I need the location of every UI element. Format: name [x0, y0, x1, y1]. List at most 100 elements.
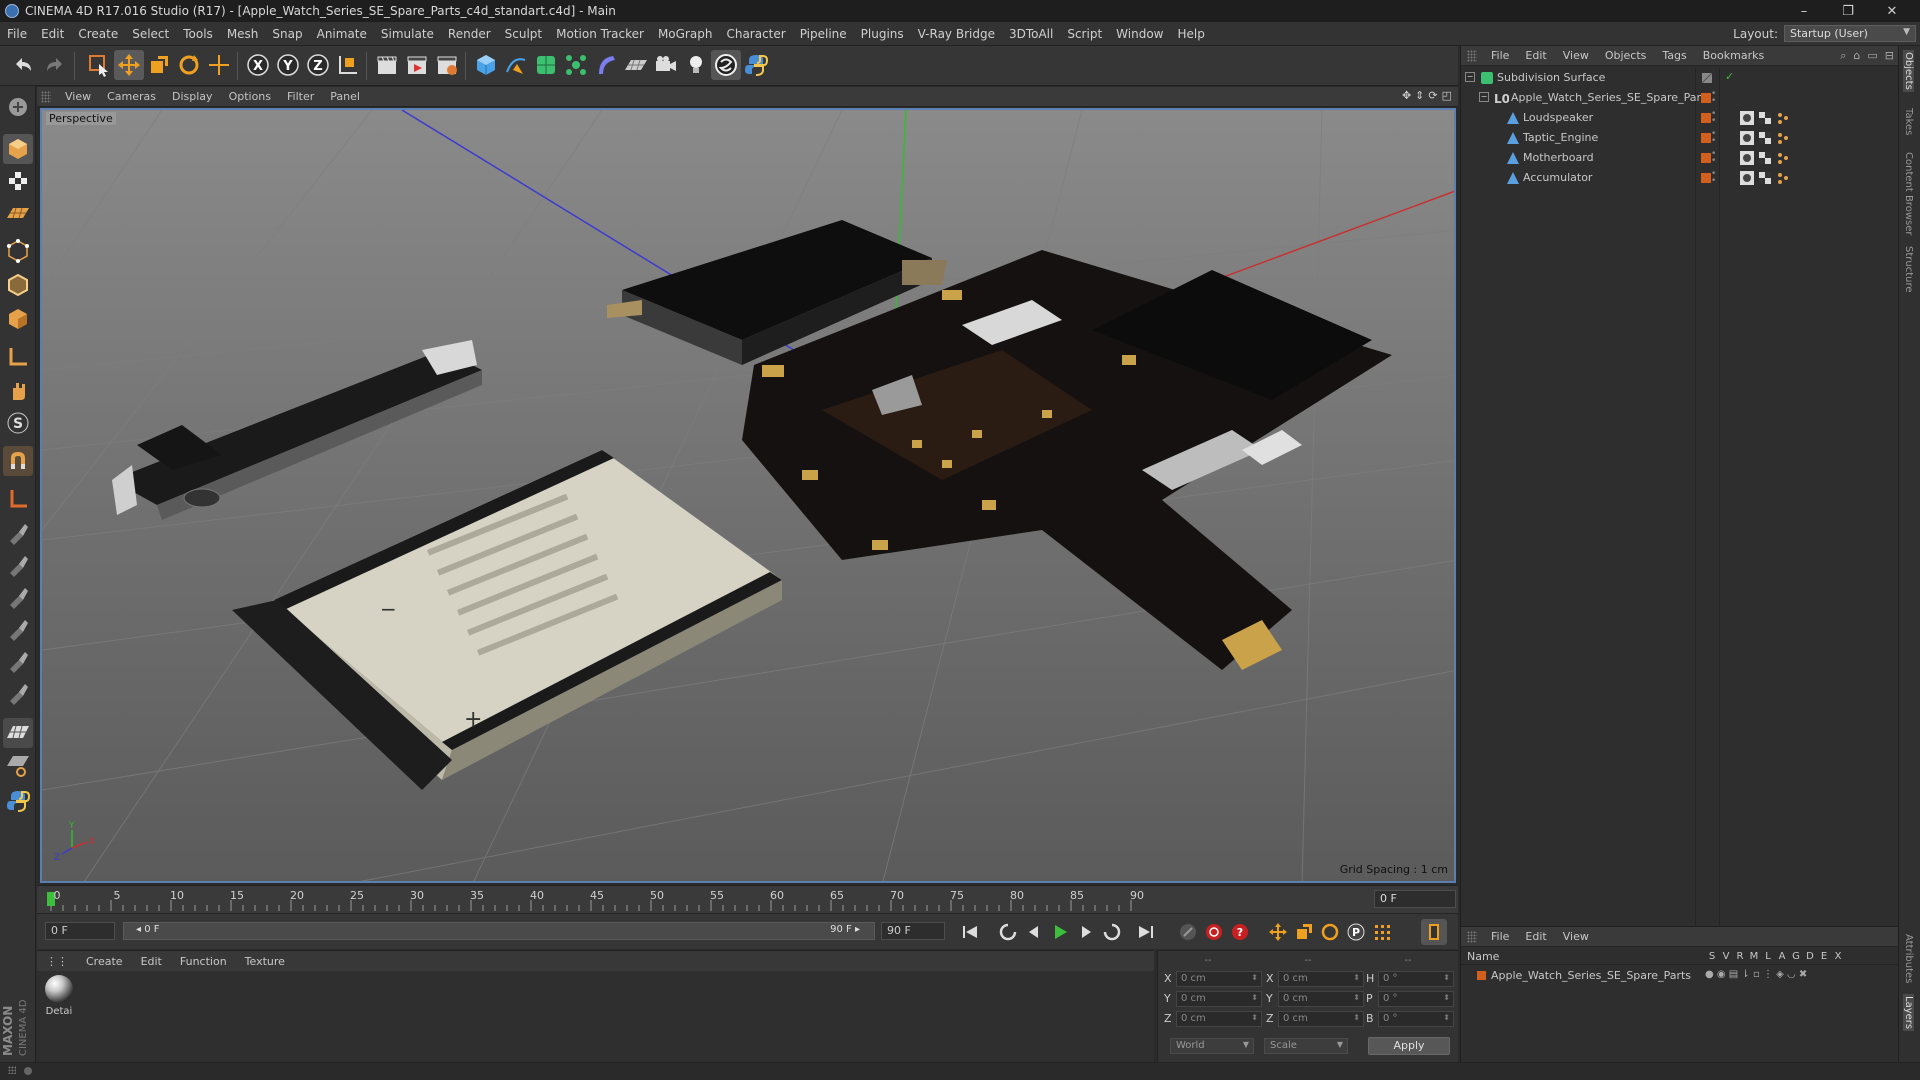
om-menu-tags[interactable]: Tags	[1654, 49, 1694, 62]
menu-sculpt[interactable]: Sculpt	[498, 27, 549, 41]
menu-render[interactable]: Render	[441, 27, 498, 41]
menu-script[interactable]: Script	[1060, 27, 1109, 41]
om-menu-file[interactable]: File	[1483, 49, 1517, 62]
texture-tag-icon[interactable]	[1757, 150, 1773, 166]
tree-row-motherboard[interactable]: Motherboard • •	[1461, 148, 1898, 168]
uvw-tag-icon[interactable]	[1775, 130, 1791, 146]
viewport-menu-cameras[interactable]: Cameras	[99, 90, 164, 103]
menu-plugins[interactable]: Plugins	[854, 27, 911, 41]
menu-tools[interactable]: Tools	[176, 27, 220, 41]
object-name[interactable]: Apple_Watch_Series_SE_Spare_Parts	[1511, 91, 1711, 104]
key-rotation-button[interactable]	[1317, 919, 1343, 945]
viewport-menu-view[interactable]: View	[57, 90, 99, 103]
key-scale-button[interactable]	[1291, 919, 1317, 945]
layer-color-swatch[interactable]	[1701, 133, 1711, 143]
layer-col-xref[interactable]: X	[1831, 951, 1845, 962]
stepper-icon[interactable]: ⬍	[1353, 973, 1360, 982]
lm-menu-edit[interactable]: Edit	[1517, 930, 1554, 943]
visibility-dots-icon[interactable]: • •	[1711, 130, 1716, 146]
position-z-field[interactable]: 0 cm ⬍	[1176, 1011, 1262, 1027]
tweak-mode-button[interactable]	[3, 376, 33, 406]
camera-button[interactable]	[651, 50, 681, 80]
menu-snap[interactable]: Snap	[265, 27, 309, 41]
z-axis-lock-button[interactable]: Z	[303, 50, 333, 80]
frame-range-slider[interactable]: ◂ 0 F 90 F ▸	[123, 922, 875, 940]
tree-row-loudspeaker[interactable]: Loudspeaker • •	[1461, 108, 1898, 128]
texture-tag-icon[interactable]	[1757, 130, 1773, 146]
layout-select[interactable]: Startup (User) ▼	[1784, 25, 1916, 42]
timeline-ruler[interactable]: 0 5 10 15 20 25 30 35 40 45 50 55 60 65 70 75 80 85 90 0 F	[37, 885, 1458, 913]
om-menu-bookmarks[interactable]: Bookmarks	[1695, 49, 1772, 62]
size-y-field[interactable]: 0 cm ⬍	[1278, 991, 1364, 1007]
deformer-button[interactable]	[591, 50, 621, 80]
end-frame-field[interactable]: 90 F	[881, 922, 945, 940]
render-to-picture-viewer-button[interactable]	[402, 50, 432, 80]
phong-tag-icon[interactable]	[1739, 110, 1755, 126]
key-position-button[interactable]	[1265, 919, 1291, 945]
viewport-menu-filter[interactable]: Filter	[279, 90, 322, 103]
render-view-button[interactable]	[372, 50, 402, 80]
object-name[interactable]: Loudspeaker	[1523, 111, 1593, 124]
object-name[interactable]: Accumulator	[1523, 171, 1592, 184]
workplane-lock-button[interactable]	[3, 750, 33, 780]
quantize-button[interactable]	[3, 484, 33, 514]
layer-color-swatch[interactable]	[1477, 971, 1486, 980]
key-pla-button[interactable]	[1369, 919, 1395, 945]
loudspeaker-model[interactable]	[112, 340, 482, 520]
layer-row[interactable]: Apple_Watch_Series_SE_Spare_Parts ● ◉ ▤ …	[1461, 967, 1898, 985]
multi-transform-button[interactable]	[204, 50, 234, 80]
floor-button[interactable]	[621, 50, 651, 80]
menu-create[interactable]: Create	[71, 27, 125, 41]
coordinate-space-select[interactable]: World ▼	[1170, 1038, 1254, 1054]
material-menu-create[interactable]: Create	[77, 955, 132, 968]
stepper-icon[interactable]: ⬍	[1443, 993, 1450, 1002]
tab-attributes[interactable]: Attributes	[1903, 934, 1914, 983]
viewport-menu-display[interactable]: Display	[164, 90, 221, 103]
stepper-icon[interactable]: ⬍	[1251, 973, 1258, 982]
om-menu-edit[interactable]: Edit	[1517, 49, 1554, 62]
go-to-end-button[interactable]	[1133, 919, 1159, 945]
stepper-icon[interactable]: ⬍	[1353, 1013, 1360, 1022]
layer-col-solo[interactable]: S	[1705, 951, 1719, 962]
object-name[interactable]: Taptic_Engine	[1523, 131, 1598, 144]
texture-mode-button[interactable]	[3, 166, 33, 196]
tab-objects[interactable]: Objects	[1903, 50, 1914, 92]
stepper-icon[interactable]: ⬍	[1251, 993, 1258, 1002]
visibility-dots-icon[interactable]: • •	[1711, 110, 1716, 126]
coordinate-system-button[interactable]	[333, 50, 363, 80]
menu-window[interactable]: Window	[1109, 27, 1170, 41]
pen-spline-button[interactable]	[501, 50, 531, 80]
layer-color-swatch[interactable]	[1701, 153, 1711, 163]
layer-col-animation[interactable]: A	[1775, 951, 1789, 962]
model-mode-button[interactable]	[3, 134, 33, 164]
snap-button[interactable]: S	[3, 408, 33, 438]
render-settings-button[interactable]	[432, 50, 462, 80]
menu-motion-tracker[interactable]: Motion Tracker	[549, 27, 651, 41]
edges-mode-button[interactable]	[3, 270, 33, 300]
stepper-icon[interactable]: ⬍	[1251, 1013, 1258, 1022]
texture-tag-icon[interactable]	[1757, 110, 1773, 126]
live-selection-button[interactable]	[84, 50, 114, 80]
make-editable-button[interactable]	[3, 92, 33, 122]
keyframe-selection-button[interactable]: ?	[1227, 919, 1253, 945]
cloner-button[interactable]	[561, 50, 591, 80]
previous-frame-button[interactable]	[1021, 919, 1047, 945]
panel-grip-icon[interactable]	[1467, 49, 1477, 62]
lock-panel-icon[interactable]: ⊟	[1885, 49, 1894, 63]
record-active-button[interactable]	[1175, 919, 1201, 945]
axis-mode-button[interactable]	[3, 342, 33, 372]
python-button[interactable]	[741, 50, 771, 80]
close-button[interactable]: ✕	[1870, 0, 1914, 22]
layer-color-swatch[interactable]	[1701, 173, 1711, 183]
menu-character[interactable]: Character	[719, 27, 792, 41]
object-name[interactable]: Motherboard	[1523, 151, 1594, 164]
stepper-icon[interactable]: ⬍	[1443, 1013, 1450, 1022]
pan-icon[interactable]: ✥	[1402, 89, 1411, 102]
undo-button[interactable]	[8, 50, 38, 80]
rotation-h-field[interactable]: 0 ° ⬍	[1378, 971, 1454, 987]
menu-edit[interactable]: Edit	[34, 27, 71, 41]
material-menu-function[interactable]: Function	[171, 955, 236, 968]
menu-mesh[interactable]: Mesh	[220, 27, 266, 41]
phong-tag-icon[interactable]	[1739, 150, 1755, 166]
layer-color-swatch[interactable]	[1701, 93, 1711, 103]
